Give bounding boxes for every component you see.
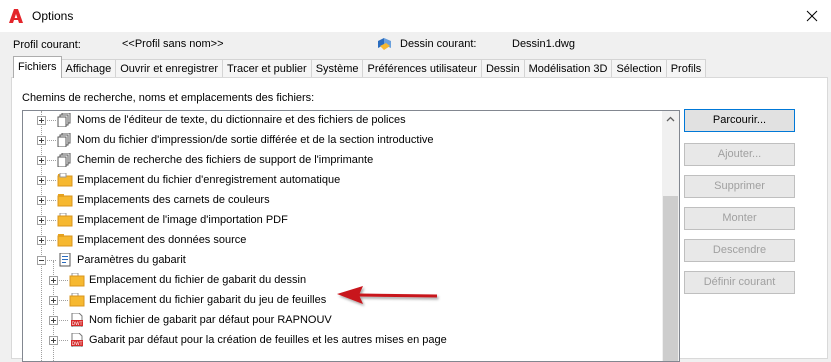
expand-toggle[interactable] [37,116,46,125]
current-profile-label: Profil courant: [13,39,81,51]
tree-connector [47,180,56,181]
tab-selection[interactable]: Sélection [611,59,667,78]
tree-connector [47,240,56,241]
multi-document-icon [57,113,71,127]
tree-item-label: Noms de l'éditeur de texte, du dictionna… [77,114,406,126]
multi-document-icon [57,153,71,167]
tree-item-label: Emplacements des carnets de couleurs [77,194,270,206]
tab-systeme[interactable]: Système [310,59,364,78]
expand-toggle[interactable] [49,296,58,305]
folder-icon [69,273,85,287]
scroll-up-arrow-icon[interactable] [662,111,679,128]
title-bar: Options [0,0,831,32]
dwt-file-icon: DWT [71,333,83,347]
folder-icon [57,234,73,247]
add-button[interactable]: Ajouter... [684,143,795,166]
expand-toggle[interactable] [49,316,58,325]
tree-item-label: Emplacement du fichier d'enregistrement … [77,174,341,186]
tree-item-label: Gabarit par défaut pour la création de f… [89,334,447,346]
tree-scrollbar[interactable] [662,111,679,361]
tab-affichage[interactable]: Affichage [60,59,117,78]
tree-connector [59,320,68,321]
close-icon [806,10,818,22]
set-current-button[interactable]: Définir courant [684,271,795,294]
expand-toggle[interactable] [49,276,58,285]
tree-connector [47,140,56,141]
tab-dessin[interactable]: Dessin [480,59,525,78]
tree-item-label: Paramètres du gabarit [77,254,186,266]
expand-toggle[interactable] [37,196,46,205]
expand-toggle[interactable] [37,236,46,245]
folder-icon [57,173,73,187]
expand-toggle[interactable] [37,156,46,165]
tree-connector [47,200,56,201]
profile-row: Profil courant: <<Profil sans nom>> Dess… [0,32,831,56]
tree-item-label: Emplacement des données source [77,234,247,246]
tree-item-label: Chemin de recherche des fichiers de supp… [77,154,374,166]
close-button[interactable] [800,5,824,27]
current-drawing-label: Dessin courant: [400,38,477,50]
folder-icon [57,213,73,227]
tab-ouvrir-enregistrer[interactable]: Ouvrir et enregistrer [115,59,223,78]
tab-tracer-publier[interactable]: Tracer et publier [222,59,312,78]
tree-item-label: Nom fichier de gabarit par défaut pour R… [89,314,332,326]
expand-toggle[interactable] [37,216,46,225]
section-label: Chemins de recherche, noms et emplacemen… [22,92,315,104]
dwt-badge: DWT [72,321,83,327]
template-settings-icon [59,253,71,267]
tab-strip: Fichiers Affichage Ouvrir et enregistrer… [13,56,707,78]
remove-button[interactable]: Supprimer [684,175,795,198]
tab-preferences-utilisateur[interactable]: Préférences utilisateur [362,59,482,78]
scroll-thumb[interactable] [663,196,678,361]
tree-connector [59,340,68,341]
current-drawing-value: Dessin1.dwg [512,38,575,50]
tree-connector [47,160,56,161]
folder-icon [69,293,85,307]
tree-connector [59,280,68,281]
tab-profils[interactable]: Profils [665,59,707,78]
collapse-toggle[interactable] [37,256,46,265]
move-up-button[interactable]: Monter [684,207,795,230]
file-paths-tree[interactable]: Noms de l'éditeur de texte, du dictionna… [22,110,680,362]
current-profile-value: <<Profil sans nom>> [122,38,224,50]
move-down-button[interactable]: Descendre [684,239,795,262]
multi-document-icon [57,133,71,147]
tree-item-label: Emplacement du fichier de gabarit du des… [89,274,307,286]
red-arrow-annotation [337,286,438,304]
expand-toggle[interactable] [37,136,46,145]
expand-toggle[interactable] [49,336,58,345]
expand-toggle[interactable] [37,176,46,185]
tree-connector [47,260,56,261]
tree-item-label: Emplacement de l'image d'importation PDF [77,214,288,226]
tree-connector [47,120,56,121]
folder-icon [57,194,73,207]
tree-connector [47,220,56,221]
drawing-icon [378,38,391,50]
tab-modelisation-3d[interactable]: Modélisation 3D [523,59,613,78]
window-title: Options [32,9,74,23]
tree-item-label: Nom du fichier d'impression/de sortie di… [77,134,434,146]
dwt-file-icon: DWT [71,313,83,327]
dwt-badge: DWT [72,341,83,347]
tree-connector [59,300,68,301]
tab-fichiers[interactable]: Fichiers [13,56,62,78]
tree-item-label: Emplacement du fichier gabarit du jeu de… [89,294,327,306]
browse-button[interactable]: Parcourir... [684,109,795,132]
autocad-logo-icon [9,9,23,23]
